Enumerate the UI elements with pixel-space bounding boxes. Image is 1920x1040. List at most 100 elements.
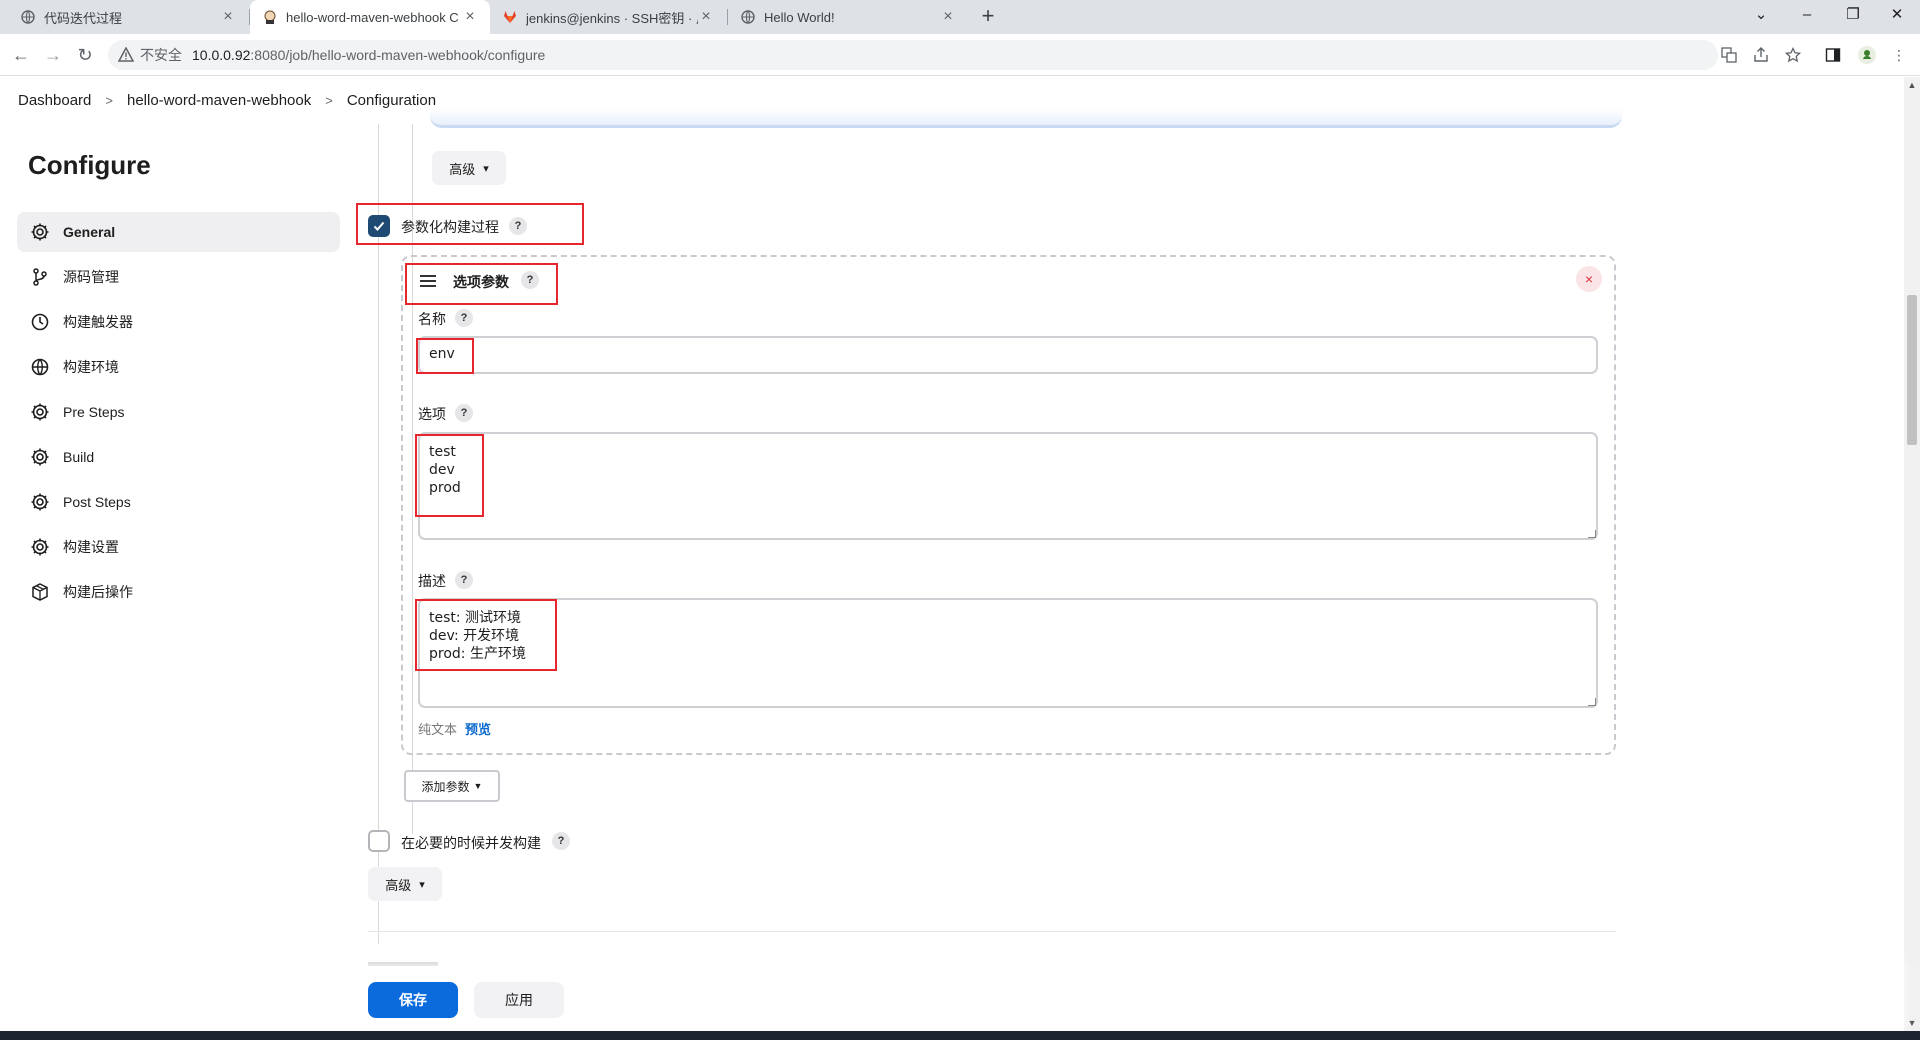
close-window-icon[interactable]: ✕ (1874, 0, 1920, 34)
sidebar-item-label: 构建环境 (63, 359, 119, 375)
help-icon[interactable]: ? (521, 271, 539, 289)
breadcrumb-dashboard[interactable]: Dashboard (18, 92, 91, 109)
address-bar[interactable]: 不安全 10.0.0.92:8080/job/hello-word-maven-… (108, 40, 1718, 70)
advanced-button-label: 高级 (449, 161, 476, 177)
globe-icon (20, 9, 36, 25)
jenkins-icon (262, 9, 278, 25)
sidebar-item-general[interactable]: General (17, 212, 340, 252)
sidebar-item-post-build[interactable]: 构建后操作 (17, 572, 340, 612)
add-parameter-label: 添加参数 (421, 779, 470, 794)
sidebar-item-source-control[interactable]: 源码管理 (17, 257, 340, 297)
back-icon[interactable]: ← (6, 40, 36, 70)
section-guide-line (378, 124, 379, 944)
section-divider (368, 931, 1616, 932)
card-title: 选项参数 (453, 274, 509, 290)
url-path: :8080/job/hello-word-maven-webhook/confi… (250, 47, 546, 63)
caret-down-icon: ▼ (473, 781, 483, 791)
reload-icon[interactable]: ↻ (70, 40, 100, 70)
advanced-button-label: 高级 (385, 877, 412, 893)
sidebar-item-build-triggers[interactable]: 构建触发器 (17, 302, 340, 342)
advanced-button[interactable]: 高级 ▾ (432, 151, 506, 185)
forward-icon[interactable]: → (38, 40, 68, 70)
choices-textarea[interactable]: test dev prod (418, 432, 1598, 540)
browser-tab-title: 代码迭代过程 (44, 10, 123, 26)
previous-section-edge (430, 108, 1622, 128)
page-scrollbar[interactable]: ▲ ▼ (1904, 77, 1920, 1031)
browser-tab[interactable]: jenkins@jenkins · SSH密钥 · 用 × (490, 0, 726, 34)
gitlab-icon (502, 9, 518, 25)
browser-tab[interactable]: Hello World! × (728, 0, 968, 34)
save-button[interactable]: 保存 (368, 982, 458, 1018)
browser-toolbar: ← → ↻ 不安全 10.0.0.92:8080/job/hello-word-… (0, 34, 1920, 76)
package-icon (29, 581, 51, 603)
minimize-icon[interactable]: – (1784, 0, 1830, 34)
preview-link[interactable]: 预览 (465, 722, 491, 737)
parameterized-label[interactable]: 参数化构建过程 (401, 217, 499, 237)
share-icon[interactable] (1750, 44, 1772, 66)
gear-icon (29, 536, 51, 558)
sidebar-item-label: 源码管理 (63, 269, 119, 285)
parameterized-checkbox[interactable] (368, 215, 390, 237)
scroll-down-icon[interactable]: ▼ (1904, 1015, 1920, 1031)
sidebar-item-label: 构建触发器 (63, 314, 133, 330)
tab-search-chevron-icon[interactable]: ⌄ (1738, 0, 1784, 34)
help-icon[interactable]: ? (455, 571, 473, 589)
bookmark-star-icon[interactable] (1782, 44, 1804, 66)
name-label: 名称 (418, 311, 446, 327)
drag-handle-icon[interactable] (420, 275, 436, 287)
sidebar-item-post-steps[interactable]: Post Steps (17, 482, 340, 522)
browser-tab-active[interactable]: hello-word-maven-webhook C × (250, 0, 490, 34)
sidebar-item-label: General (63, 224, 116, 240)
remove-parameter-button[interactable]: × (1576, 266, 1602, 292)
resize-handle-icon[interactable] (1588, 530, 1596, 538)
branch-icon (29, 266, 51, 288)
help-icon[interactable]: ? (509, 217, 527, 235)
scrollbar-thumb[interactable] (1907, 295, 1917, 445)
concurrent-build-checkbox[interactable] (368, 830, 390, 852)
restore-icon[interactable]: ❐ (1830, 0, 1876, 34)
url-host: 10.0.0.92 (192, 47, 251, 63)
check-icon (373, 221, 385, 231)
sidebar-item-label: Post Steps (63, 494, 131, 510)
browser-tab-title: jenkins@jenkins · SSH密钥 · 用 (526, 10, 698, 26)
concurrent-build-label[interactable]: 在必要的时候并发构建 (401, 833, 541, 853)
gear-icon (29, 401, 51, 423)
sidebar-item-label: 构建后操作 (63, 584, 133, 600)
warning-icon (117, 46, 135, 63)
sidebar-item-build-env[interactable]: 构建环境 (17, 347, 340, 387)
apply-button[interactable]: 应用 (474, 982, 564, 1018)
close-tab-icon[interactable]: × (462, 8, 478, 26)
name-input[interactable]: env (418, 336, 1598, 374)
browser-tab[interactable]: 代码迭代过程 × (8, 0, 248, 34)
close-tab-icon[interactable]: × (698, 8, 714, 26)
profile-avatar[interactable] (1856, 44, 1878, 66)
add-parameter-button[interactable]: 添加参数 ▼ (404, 770, 500, 802)
breadcrumb-job[interactable]: hello-word-maven-webhook (127, 92, 311, 109)
os-taskbar (0, 1031, 1920, 1040)
advanced-button[interactable]: 高级 ▾ (368, 867, 442, 901)
description-textarea[interactable]: test: 测试环境 dev: 开发环境 prod: 生产环境 (418, 598, 1598, 708)
browser-tab-strip: 代码迭代过程 × hello-word-maven-webhook C × je… (0, 0, 1920, 34)
translate-icon[interactable] (1718, 44, 1740, 66)
sidebar-item-build-settings[interactable]: 构建设置 (17, 527, 340, 567)
breadcrumb-configuration[interactable]: Configuration (347, 92, 436, 109)
help-icon[interactable]: ? (455, 404, 473, 422)
close-tab-icon[interactable]: × (940, 8, 956, 26)
sidebar-item-label: Pre Steps (63, 404, 125, 420)
help-icon[interactable]: ? (455, 309, 473, 327)
choices-label: 选项 (418, 406, 446, 422)
bottom-action-bar: 保存 应用 (0, 966, 1904, 1032)
menu-kebab-icon[interactable]: ⋮ (1888, 44, 1910, 66)
gear-icon (29, 446, 51, 468)
annotation-box (415, 434, 484, 517)
chevron-right-icon: > (325, 92, 333, 108)
new-tab-button[interactable]: + (975, 4, 1001, 30)
close-tab-icon[interactable]: × (220, 8, 236, 26)
sidebar-item-build[interactable]: Build (17, 437, 340, 477)
scroll-up-icon[interactable]: ▲ (1904, 77, 1920, 93)
help-icon[interactable]: ? (552, 832, 570, 850)
sidebar-item-pre-steps[interactable]: Pre Steps (17, 392, 340, 432)
sidebar-item-label: Build (63, 449, 95, 465)
side-panel-icon[interactable] (1822, 44, 1844, 66)
resize-handle-icon[interactable] (1588, 698, 1596, 706)
